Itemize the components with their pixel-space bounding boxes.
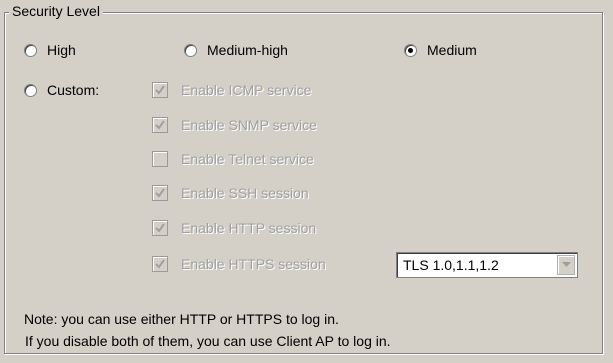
checkbox-box[interactable] (152, 117, 168, 133)
checkbox-label: Enable SNMP service (181, 117, 317, 133)
radio-selected-dot (408, 47, 413, 53)
radio-label: Medium-high (207, 42, 288, 58)
checkbox-icmp[interactable]: Enable ICMP service (152, 82, 311, 98)
checkbox-label: Enable Telnet service (181, 151, 314, 167)
radio-circle[interactable] (184, 43, 197, 57)
checkbox-box[interactable] (152, 82, 168, 98)
checkbox-box[interactable] (152, 256, 168, 272)
note-line-1: Note: you can use either HTTP or HTTPS t… (24, 311, 339, 327)
checkbox-label: Enable HTTP session (181, 220, 317, 236)
radio-label: Medium (427, 42, 477, 58)
radio-high[interactable]: High (24, 42, 76, 58)
chevron-down-icon (561, 262, 571, 267)
radio-circle[interactable] (404, 43, 417, 57)
group-title: Security Level (9, 2, 103, 20)
checkbox-https[interactable]: Enable HTTPS session (152, 256, 326, 272)
radio-circle[interactable] (24, 83, 37, 97)
radio-medium[interactable]: Medium (404, 42, 477, 58)
checkmark-icon (155, 85, 165, 95)
radio-label: High (47, 42, 76, 58)
note-line-2: If you disable both of them, you can use… (25, 333, 391, 349)
security-level-group (4, 12, 603, 354)
checkbox-snmp[interactable]: Enable SNMP service (152, 117, 317, 133)
dropdown-button[interactable] (557, 255, 575, 275)
checkmark-icon (155, 259, 165, 269)
radio-circle[interactable] (24, 43, 37, 57)
checkbox-telnet[interactable]: Enable Telnet service (152, 151, 314, 167)
checkbox-http[interactable]: Enable HTTP session (152, 220, 316, 236)
checkmark-icon (155, 223, 165, 233)
checkbox-label: Enable HTTPS session (181, 256, 326, 272)
radio-label: Custom: (47, 82, 100, 98)
checkmark-icon (155, 120, 165, 130)
tls-version-value: TLS 1.0,1.1,1.2 (403, 257, 499, 273)
radio-medium-high[interactable]: Medium-high (184, 42, 288, 58)
checkbox-ssh[interactable]: Enable SSH session (152, 185, 309, 201)
checkbox-box[interactable] (152, 220, 168, 236)
checkmark-icon (155, 188, 165, 198)
checkbox-box[interactable] (152, 185, 168, 201)
radio-custom[interactable]: Custom: (24, 82, 99, 98)
tls-version-select[interactable]: TLS 1.0,1.1,1.2 (396, 252, 578, 278)
checkbox-label: Enable SSH session (181, 185, 309, 201)
checkbox-label: Enable ICMP service (181, 82, 312, 98)
checkbox-box[interactable] (152, 151, 168, 167)
